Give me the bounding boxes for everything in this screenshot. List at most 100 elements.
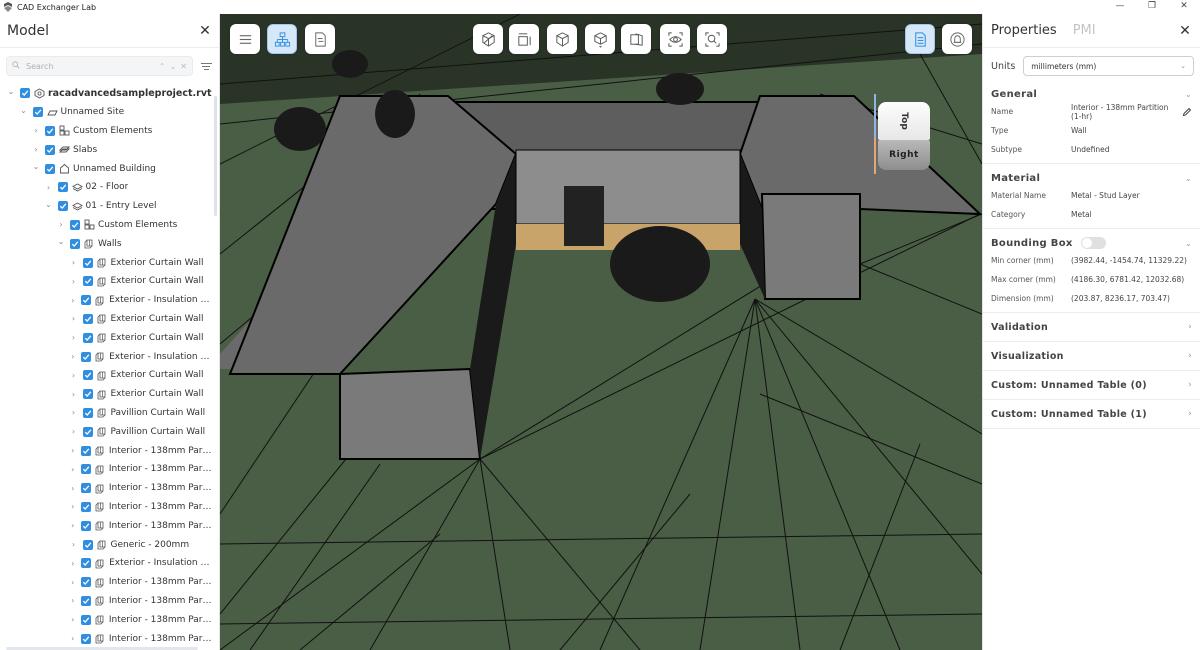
display-mode-button[interactable] bbox=[585, 24, 615, 54]
pmi-button[interactable] bbox=[942, 24, 972, 54]
custom-table-0-section[interactable]: Custom: Unnamed Table (0) › bbox=[983, 371, 1200, 400]
tree-item[interactable]: › Interior - 138mm Partition... bbox=[0, 479, 214, 498]
tree-item[interactable]: › Slabs bbox=[0, 140, 214, 159]
properties-button[interactable] bbox=[905, 24, 935, 54]
visibility-checkbox[interactable] bbox=[32, 107, 43, 118]
chevron-right-icon[interactable]: › bbox=[31, 126, 41, 135]
tree-item[interactable]: ⌄ Unnamed Site bbox=[0, 103, 214, 122]
visibility-checkbox[interactable] bbox=[82, 407, 93, 418]
bounding-box-section-header[interactable]: Bounding Box ⌄ bbox=[991, 235, 1192, 251]
minimize-button[interactable]: — bbox=[1104, 0, 1136, 14]
chevron-right-icon[interactable]: › bbox=[69, 371, 79, 380]
tree-item[interactable]: › Exterior Curtain Wall bbox=[0, 366, 214, 385]
chevron-down-icon[interactable]: ⌄ bbox=[44, 200, 54, 209]
chevron-right-icon[interactable]: › bbox=[69, 559, 78, 568]
visualization-section[interactable]: Visualization › bbox=[983, 342, 1200, 371]
model-tree-button[interactable] bbox=[267, 24, 297, 54]
tab-pmi[interactable]: PMI bbox=[1073, 23, 1096, 38]
visibility-checkbox[interactable] bbox=[82, 539, 93, 550]
visibility-checkbox[interactable] bbox=[45, 163, 55, 174]
visibility-checkbox[interactable] bbox=[70, 238, 80, 249]
visibility-checkbox[interactable] bbox=[57, 182, 68, 193]
visibility-checkbox[interactable] bbox=[80, 577, 91, 588]
chevron-right-icon[interactable]: › bbox=[69, 634, 77, 643]
visibility-checkbox[interactable] bbox=[81, 295, 92, 306]
chevron-right-icon[interactable]: › bbox=[69, 352, 78, 361]
search-input[interactable] bbox=[26, 61, 155, 71]
restore-button[interactable]: ❐ bbox=[1136, 0, 1168, 14]
chevron-right-icon[interactable]: › bbox=[69, 427, 79, 436]
scene-canvas[interactable] bbox=[220, 14, 982, 650]
tree-item[interactable]: › Exterior Curtain Wall bbox=[0, 310, 214, 329]
visibility-checkbox[interactable] bbox=[80, 483, 91, 494]
measure-button[interactable] bbox=[509, 24, 539, 54]
tree-item[interactable]: › Interior - 138mm Partition... bbox=[0, 592, 214, 611]
chevron-right-icon[interactable]: › bbox=[69, 615, 77, 624]
3d-viewport[interactable]: Top Right bbox=[220, 14, 982, 650]
edit-pencil-icon[interactable] bbox=[1182, 107, 1192, 117]
filter-icon[interactable] bbox=[199, 59, 213, 73]
visibility-checkbox[interactable] bbox=[82, 276, 93, 287]
tree-item[interactable]: › Pavillion Curtain Wall bbox=[0, 422, 214, 441]
model-panel-close-button[interactable]: ✕ bbox=[198, 23, 212, 39]
chevron-right-icon[interactable]: › bbox=[44, 183, 54, 192]
tree-item[interactable]: › 02 - Floor bbox=[0, 178, 214, 197]
view-cube[interactable]: Top Right bbox=[874, 94, 930, 174]
tree-item[interactable]: › Interior - 138mm Partition... bbox=[0, 498, 214, 517]
visibility-checkbox[interactable] bbox=[80, 501, 91, 512]
properties-panel-close-button[interactable]: ✕ bbox=[1178, 23, 1192, 39]
zoom-fit-button[interactable] bbox=[697, 24, 727, 54]
tree-item[interactable]: ⌄ Walls bbox=[0, 234, 214, 253]
visibility-checkbox[interactable] bbox=[80, 614, 91, 625]
view-cube-right-face[interactable]: Right bbox=[878, 140, 930, 170]
chevron-down-icon[interactable]: ⌄ bbox=[19, 106, 29, 115]
chevron-right-icon[interactable]: › bbox=[69, 596, 77, 605]
chevron-down-icon[interactable]: ⌄ bbox=[31, 162, 41, 171]
tree-item[interactable]: › Exterior Curtain Wall bbox=[0, 385, 214, 404]
visibility-checkbox[interactable] bbox=[80, 595, 91, 606]
tree-vertical-scrollbar[interactable] bbox=[214, 96, 217, 216]
projection-button[interactable] bbox=[621, 24, 651, 54]
visibility-checkbox[interactable] bbox=[81, 558, 92, 569]
chevron-right-icon[interactable]: › bbox=[69, 277, 79, 286]
visibility-checkbox[interactable] bbox=[80, 445, 91, 456]
tree-item[interactable]: › Interior - 138mm Partition... bbox=[0, 460, 214, 479]
validation-section[interactable]: Validation › bbox=[983, 313, 1200, 342]
visibility-checkbox[interactable] bbox=[20, 88, 30, 99]
visibility-checkbox[interactable] bbox=[45, 144, 55, 155]
tree-item[interactable]: ⌄ 01 - Entry Level bbox=[0, 197, 214, 216]
tree-item[interactable]: › Exterior - Insulation on M... bbox=[0, 291, 214, 310]
visibility-checkbox[interactable] bbox=[81, 351, 92, 362]
tree-item[interactable]: › Exterior - Insulation on M... bbox=[0, 347, 214, 366]
chevron-right-icon[interactable]: › bbox=[69, 465, 77, 474]
chevron-right-icon[interactable]: › bbox=[31, 145, 41, 154]
chevron-right-icon[interactable]: › bbox=[69, 446, 77, 455]
tree-item[interactable]: › Exterior Curtain Wall bbox=[0, 253, 214, 272]
view-cube-top-face[interactable]: Top bbox=[878, 102, 930, 140]
tree-item[interactable]: ⌄ Unnamed Building bbox=[0, 159, 214, 178]
chevron-right-icon[interactable]: › bbox=[69, 521, 77, 530]
visibility-checkbox[interactable] bbox=[82, 370, 93, 381]
window-close-button[interactable]: ✕ bbox=[1168, 0, 1200, 14]
tree-item[interactable]: › Exterior Curtain Wall bbox=[0, 272, 214, 291]
tab-properties[interactable]: Properties bbox=[991, 23, 1057, 38]
explode-button[interactable] bbox=[547, 24, 577, 54]
visibility-checkbox[interactable] bbox=[70, 219, 80, 230]
chevron-right-icon[interactable]: › bbox=[69, 296, 78, 305]
visibility-checkbox[interactable] bbox=[80, 520, 91, 531]
tree-item[interactable]: › Exterior Curtain Wall bbox=[0, 328, 214, 347]
tree-item[interactable]: › Pavillion Curtain Wall bbox=[0, 404, 214, 423]
search-next-button[interactable]: ⌄ bbox=[170, 62, 177, 71]
chevron-down-icon[interactable]: ⌄ bbox=[6, 87, 16, 96]
visibility-checkbox[interactable] bbox=[80, 464, 91, 475]
chevron-right-icon[interactable]: › bbox=[69, 333, 79, 342]
tree-item[interactable]: ⌄ racadvancedsampleproject.rvt bbox=[0, 84, 214, 103]
tree-item[interactable]: › Interior - 138mm Partition... bbox=[0, 516, 214, 535]
tree-item[interactable]: › Generic - 200mm bbox=[0, 535, 214, 554]
visibility-checkbox[interactable] bbox=[82, 389, 93, 400]
material-section-header[interactable]: Material ⌄ bbox=[991, 170, 1192, 186]
search-prev-button[interactable]: ⌃ bbox=[159, 62, 166, 71]
units-select[interactable]: millimeters (mm) ⌄ bbox=[1023, 56, 1194, 76]
tree-item[interactable]: › Custom Elements bbox=[0, 122, 214, 141]
chevron-right-icon[interactable]: › bbox=[69, 484, 77, 493]
